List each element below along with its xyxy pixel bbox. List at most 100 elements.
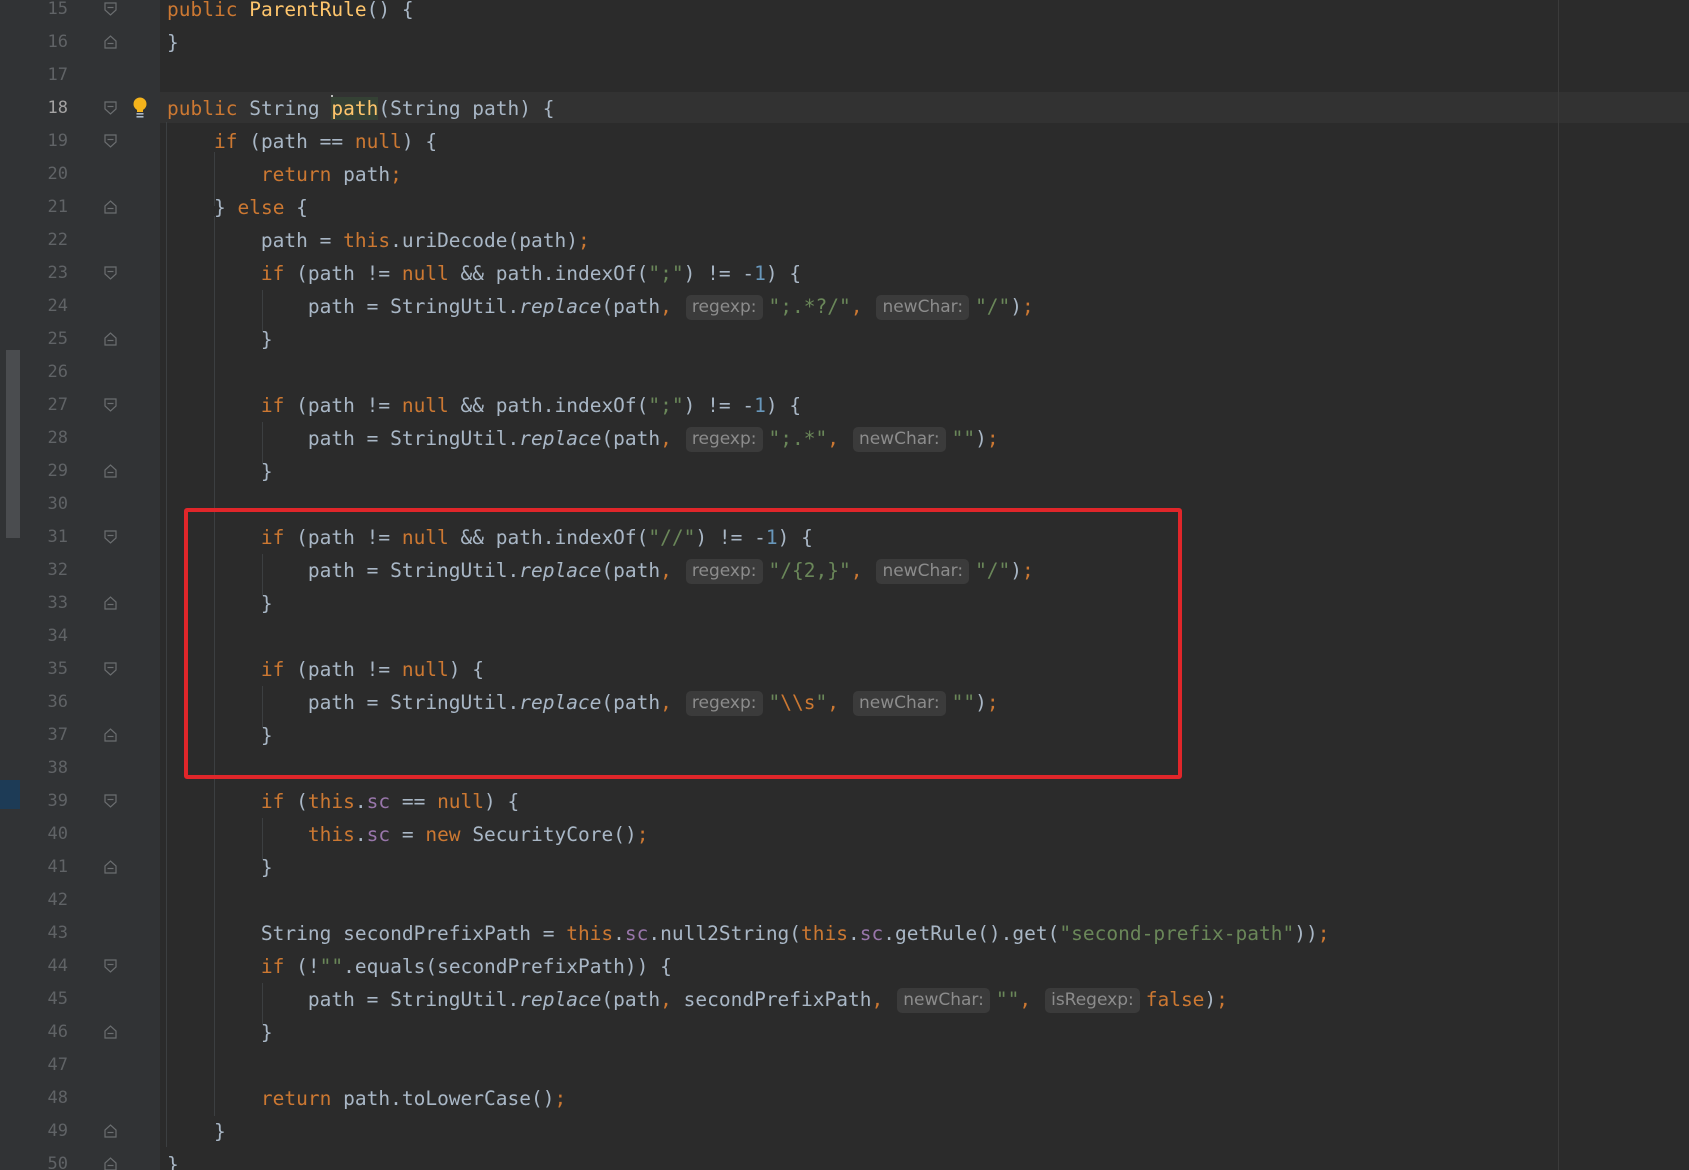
code-line-19[interactable]: 19 if (path == null) {	[0, 125, 1689, 158]
line-number[interactable]: 36	[22, 686, 68, 719]
fold-marker-icon[interactable]	[104, 530, 117, 544]
fold-marker-icon[interactable]	[104, 2, 117, 16]
fold-marker-icon[interactable]	[104, 266, 117, 280]
line-number[interactable]: 31	[22, 521, 68, 554]
code-editor[interactable]: 15 public ParentRule() { 16 } 17 18 publ…	[0, 0, 1689, 1170]
code-line-44[interactable]: 44 if (!"".equals(secondPrefixPath)) {	[0, 950, 1689, 983]
code-line-48[interactable]: 48 return path.toLowerCase();	[0, 1082, 1689, 1115]
line-number[interactable]: 20	[22, 158, 68, 191]
code-text[interactable]: String secondPrefixPath = this.sc.null2S…	[167, 917, 1330, 950]
line-number[interactable]: 42	[22, 884, 68, 917]
code-text[interactable]: }	[167, 1016, 273, 1049]
code-line-45[interactable]: 45 path = StringUtil.replace(path, secon…	[0, 983, 1689, 1016]
fold-marker-icon[interactable]	[104, 728, 117, 742]
line-number[interactable]: 21	[22, 191, 68, 224]
line-number[interactable]: 16	[22, 26, 68, 59]
line-number[interactable]: 25	[22, 323, 68, 356]
code-line-18[interactable]: 18 public String path(String path) {	[0, 92, 1689, 125]
fold-marker-icon[interactable]	[104, 332, 117, 346]
line-number[interactable]: 47	[22, 1049, 68, 1082]
code-line-16[interactable]: 16 }	[0, 26, 1689, 59]
code-text[interactable]: return path;	[167, 158, 402, 191]
line-number[interactable]: 44	[22, 950, 68, 983]
code-text[interactable]: if (this.sc == null) {	[167, 785, 519, 818]
line-number[interactable]: 38	[22, 752, 68, 785]
code-text[interactable]: }	[167, 26, 179, 59]
code-text[interactable]: this.sc = new SecurityCore();	[167, 818, 649, 851]
code-text[interactable]: public ParentRule() {	[167, 0, 414, 26]
code-text[interactable]: if (path != null && path.indexOf(";") !=…	[167, 389, 801, 422]
line-number[interactable]: 48	[22, 1082, 68, 1115]
code-text[interactable]: }	[167, 455, 273, 488]
line-number[interactable]: 17	[22, 59, 68, 92]
code-line-22[interactable]: 22 path = this.uriDecode(path);	[0, 224, 1689, 257]
line-number[interactable]: 29	[22, 455, 68, 488]
code-line-46[interactable]: 46 }	[0, 1016, 1689, 1049]
code-text[interactable]: path = StringUtil.replace(path, regexp: ";…	[167, 290, 1034, 323]
code-line-43[interactable]: 43 String secondPrefixPath = this.sc.nul…	[0, 917, 1689, 950]
code-line-24[interactable]: 24 path = StringUtil.replace(path, regexp…	[0, 290, 1689, 323]
code-line-28[interactable]: 28 path = StringUtil.replace(path, regexp…	[0, 422, 1689, 455]
line-number[interactable]: 35	[22, 653, 68, 686]
line-number[interactable]: 46	[22, 1016, 68, 1049]
line-number[interactable]: 34	[22, 620, 68, 653]
line-number[interactable]: 43	[22, 917, 68, 950]
fold-marker-icon[interactable]	[104, 860, 117, 874]
code-text[interactable]: path = StringUtil.replace(path, regexp: ";…	[167, 422, 999, 455]
code-line-26[interactable]: 26	[0, 356, 1689, 389]
fold-marker-icon[interactable]	[104, 596, 117, 610]
line-number[interactable]: 27	[22, 389, 68, 422]
line-number[interactable]: 39	[22, 785, 68, 818]
line-number[interactable]: 24	[22, 290, 68, 323]
line-number[interactable]: 50	[22, 1148, 68, 1170]
code-line-42[interactable]: 42	[0, 884, 1689, 917]
code-line-27[interactable]: 27 if (path != null && path.indexOf(";")…	[0, 389, 1689, 422]
code-line-39[interactable]: 39 if (this.sc == null) {	[0, 785, 1689, 818]
code-line-17[interactable]: 17	[0, 59, 1689, 92]
code-text[interactable]: }	[167, 323, 273, 356]
code-text[interactable]: if (path != null && path.indexOf(";") !=…	[167, 257, 801, 290]
code-line-25[interactable]: 25 }	[0, 323, 1689, 356]
line-number[interactable]: 26	[22, 356, 68, 389]
line-number[interactable]: 23	[22, 257, 68, 290]
code-line-50[interactable]: 50 }	[0, 1148, 1689, 1170]
code-text[interactable]: }	[167, 1148, 179, 1170]
code-text[interactable]: }	[167, 851, 273, 884]
code-text[interactable]: path = this.uriDecode(path);	[167, 224, 590, 257]
line-number[interactable]: 19	[22, 125, 68, 158]
fold-marker-icon[interactable]	[104, 1124, 117, 1138]
fold-marker-icon[interactable]	[104, 959, 117, 973]
code-text[interactable]: }	[167, 1115, 226, 1148]
line-number[interactable]: 28	[22, 422, 68, 455]
code-text[interactable]: path = StringUtil.replace(path, secondPr…	[167, 983, 1228, 1016]
code-line-40[interactable]: 40 this.sc = new SecurityCore();	[0, 818, 1689, 851]
fold-marker-icon[interactable]	[104, 464, 117, 478]
line-number[interactable]: 49	[22, 1115, 68, 1148]
fold-marker-icon[interactable]	[104, 35, 117, 49]
fold-marker-icon[interactable]	[104, 398, 117, 412]
fold-marker-icon[interactable]	[104, 1157, 117, 1170]
line-number[interactable]: 37	[22, 719, 68, 752]
fold-marker-icon[interactable]	[104, 134, 117, 148]
code-line-21[interactable]: 21 } else {	[0, 191, 1689, 224]
line-number[interactable]: 45	[22, 983, 68, 1016]
code-line-15[interactable]: 15 public ParentRule() {	[0, 0, 1689, 26]
code-line-47[interactable]: 47	[0, 1049, 1689, 1082]
fold-marker-icon[interactable]	[104, 794, 117, 808]
code-text[interactable]: } else {	[167, 191, 308, 224]
line-number[interactable]: 30	[22, 488, 68, 521]
line-number[interactable]: 41	[22, 851, 68, 884]
line-number[interactable]: 15	[22, 0, 68, 26]
code-text[interactable]: return path.toLowerCase();	[167, 1082, 566, 1115]
code-text[interactable]: if (path == null) {	[167, 125, 437, 158]
code-line-49[interactable]: 49 }	[0, 1115, 1689, 1148]
fold-marker-icon[interactable]	[104, 662, 117, 676]
code-line-29[interactable]: 29 }	[0, 455, 1689, 488]
code-text[interactable]: if (!"".equals(secondPrefixPath)) {	[167, 950, 672, 983]
line-number-current[interactable]: 18	[22, 92, 68, 125]
code-line-23[interactable]: 23 if (path != null && path.indexOf(";")…	[0, 257, 1689, 290]
line-number[interactable]: 32	[22, 554, 68, 587]
code-text[interactable]: public String path(String path) {	[167, 92, 554, 125]
line-number[interactable]: 22	[22, 224, 68, 257]
line-number[interactable]: 40	[22, 818, 68, 851]
